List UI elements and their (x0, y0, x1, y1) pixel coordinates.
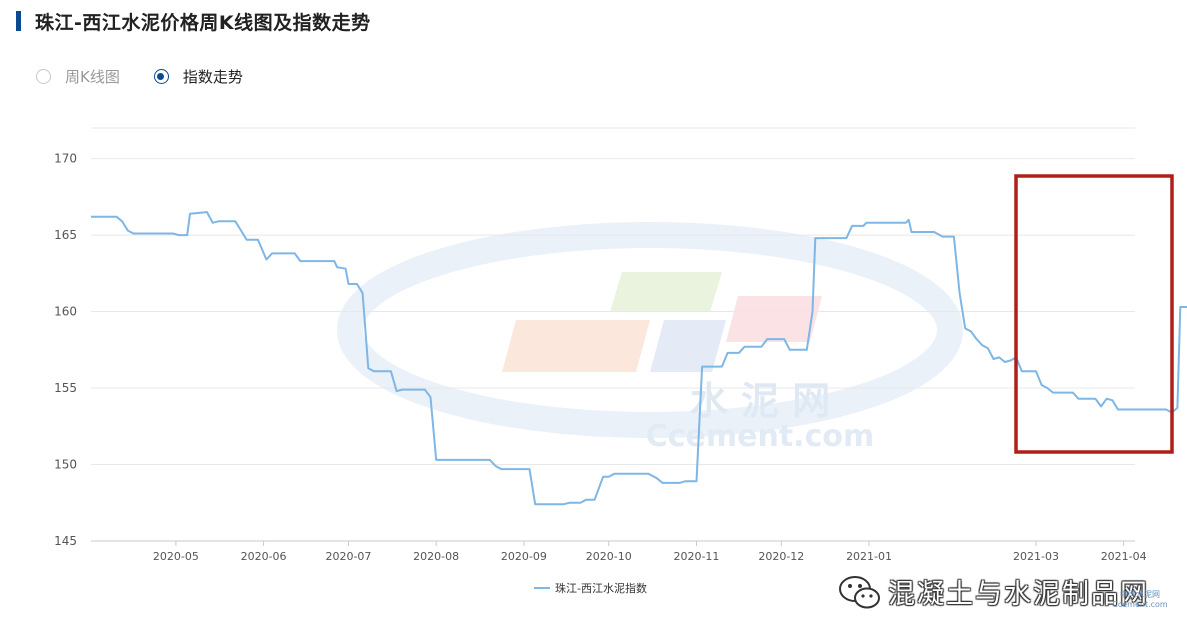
x-tick-label-2021-01: 2021-01 (846, 550, 892, 563)
x-tick-label-2020-10: 2020-10 (586, 550, 632, 563)
corner-logo-cn: 中国水泥网 (1120, 590, 1160, 599)
x-tick-label-2020-08: 2020-08 (413, 550, 459, 563)
y-tick-label-150: 150 (54, 458, 77, 472)
x-tick-label-2020-05: 2020-05 (153, 550, 199, 563)
y-tick-label-165: 165 (54, 228, 77, 242)
x-tick-label-2020-06: 2020-06 (241, 550, 287, 563)
legend[interactable]: 珠江-西江水泥指数 (534, 581, 647, 595)
corner-logo-en: Ccement.com (1112, 600, 1168, 609)
corner-logo: 中国水泥网 Ccement.com (1110, 590, 1170, 610)
highlight-box (1014, 174, 1174, 454)
watermark-swoosh (337, 222, 963, 438)
publisher-brand: 混凝土与水泥制品网 (838, 572, 1149, 611)
y-tick-label-160: 160 (54, 305, 77, 319)
x-tick-label-2021-03: 2021-03 (1013, 550, 1059, 563)
y-tick-label-170: 170 (54, 152, 77, 166)
x-axis: 2020-05 2020-06 2020-07 2020-08 2020-09 2020-… (91, 540, 1147, 563)
index-trend-chart: 水 泥 网 Ccement.com 145 150 155 160 165 170 202… (54, 127, 1187, 595)
watermark-tile-red (726, 296, 822, 342)
x-tick-label-2020-11: 2020-11 (673, 550, 719, 563)
x-tick-label-2020-12: 2020-12 (758, 550, 804, 563)
y-axis-ticks: 145 150 155 160 165 170 (54, 152, 77, 548)
watermark-cn: 水 泥 网 (690, 378, 830, 423)
x-tick-label-2020-09: 2020-09 (501, 550, 547, 563)
y-tick-label-155: 155 (54, 381, 77, 395)
watermark-tile-blue (650, 320, 726, 372)
watermark-en: Ccement.com (646, 419, 875, 454)
x-tick-label-2021-04: 2021-04 (1101, 550, 1147, 563)
watermark-tile-orange (502, 320, 650, 372)
watermark: 水 泥 网 Ccement.com (337, 222, 963, 454)
watermark-tile-green (610, 272, 722, 312)
legend-label: 珠江-西江水泥指数 (555, 581, 647, 595)
wechat-icon (839, 575, 880, 608)
x-tick-label-2020-07: 2020-07 (325, 550, 371, 563)
y-tick-label-145: 145 (54, 534, 77, 548)
